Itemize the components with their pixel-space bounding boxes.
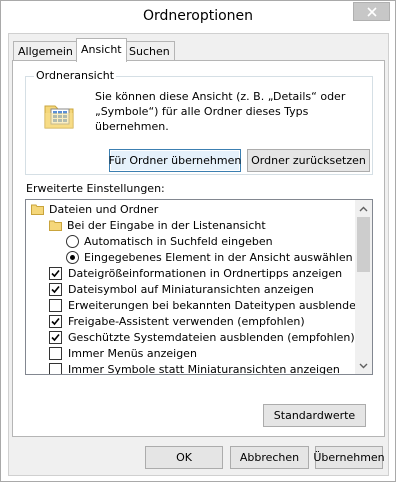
folder-view-description: Sie können diese Ansicht (z. B. „Details… — [95, 90, 346, 133]
list-item-label: Dateien und Ordner — [49, 202, 159, 216]
checkbox[interactable] — [49, 282, 62, 296]
list-item-label: Bei der Eingabe in der Listenansicht — [67, 218, 266, 232]
checkbox[interactable] — [49, 346, 62, 360]
close-button[interactable] — [353, 2, 390, 21]
scrollbar-thumb[interactable] — [357, 217, 370, 272]
radio-selected-dot — [70, 254, 75, 260]
scroll-up-button[interactable] — [355, 200, 372, 217]
radio-button[interactable] — [66, 250, 79, 264]
tab-view[interactable]: Ansicht — [76, 38, 127, 62]
radio-button[interactable] — [66, 234, 79, 248]
window-title: Ordneroptionen — [142, 8, 254, 24]
list-item-label[interactable]: Dateisymbol auf Miniaturansichten anzeig… — [68, 283, 314, 296]
scroll-down-button[interactable] — [355, 357, 372, 374]
list-item-label[interactable]: Freigabe-Assistent verwenden (empfohlen) — [68, 315, 305, 328]
chevron-up-icon — [359, 206, 368, 211]
chevron-down-icon — [359, 363, 368, 368]
list-item-label[interactable]: Automatisch in Suchfeld eingeben — [84, 235, 273, 248]
list-item: Dateien und Ordner — [31, 201, 158, 217]
folder-view-group: Ordneransicht Sie können diese Ansicht (… — [25, 69, 373, 175]
folder-icon — [49, 220, 62, 231]
checkbox[interactable] — [49, 314, 62, 328]
advanced-settings-label: Erweiterte Einstellungen: — [26, 182, 165, 195]
advanced-settings-list[interactable]: Dateien und Ordner Bei der Eingabe in de… — [25, 199, 373, 375]
list-item[interactable]: Dateisymbol auf Miniaturansichten anzeig… — [49, 281, 314, 297]
restore-defaults-button[interactable]: Standardwerte — [263, 404, 366, 427]
list-item-label[interactable]: Dateigrößeinformationen in Ordnertipps a… — [68, 267, 342, 280]
checkmark-icon — [51, 333, 60, 341]
list-item[interactable]: Freigabe-Assistent verwenden (empfohlen) — [49, 313, 305, 329]
cancel-button[interactable]: Abbrechen — [230, 446, 309, 469]
list-item-label[interactable]: Erweiterungen bei bekannten Dateitypen a… — [68, 299, 363, 312]
tab-search[interactable]: Suchen — [124, 41, 175, 61]
vertical-scrollbar[interactable] — [355, 200, 372, 374]
list-item[interactable]: Automatisch in Suchfeld eingeben — [66, 233, 273, 249]
tab-general[interactable]: Allgemein — [13, 41, 78, 61]
list-item[interactable]: Erweiterungen bei bekannten Dateitypen a… — [49, 297, 363, 313]
title-bar[interactable]: Ordneroptionen — [1, 1, 395, 33]
checkbox[interactable] — [49, 362, 62, 374]
close-icon — [366, 6, 377, 17]
checkmark-icon — [51, 269, 60, 277]
list-item[interactable]: Immer Symbole statt Miniaturansichten an… — [49, 361, 340, 375]
checkbox[interactable] — [49, 298, 62, 312]
list-item-label[interactable]: Eingegebenes Element in der Ansicht ausw… — [84, 251, 353, 264]
list-item: Bei der Eingabe in der Listenansicht — [49, 217, 266, 233]
dialog-client-area: Allgemein Ansicht Suchen Ordneransicht S… — [8, 33, 389, 476]
reset-folders-button[interactable]: Ordner zurücksetzen — [247, 149, 370, 172]
folder-options-dialog: Ordneroptionen Allgemein Ansicht Suchen … — [0, 0, 396, 482]
apply-to-folders-button[interactable]: Für Ordner übernehmen — [109, 149, 241, 172]
list-item-label[interactable]: Geschützte Systemdateien ausblenden (emp… — [68, 331, 355, 344]
list-item-label[interactable]: Immer Symbole statt Miniaturansichten an… — [68, 363, 340, 375]
list-item[interactable]: Dateigrößeinformationen in Ordnertipps a… — [49, 265, 342, 281]
checkbox[interactable] — [49, 266, 62, 280]
ok-button[interactable]: OK — [145, 446, 223, 469]
list-item[interactable]: Immer Menüs anzeigen — [49, 345, 197, 361]
checkmark-icon — [51, 317, 60, 325]
folder-view-icon — [44, 105, 74, 129]
checkbox[interactable] — [49, 330, 62, 344]
list-item[interactable]: Eingegebenes Element in der Ansicht ausw… — [66, 249, 353, 265]
list-item-label[interactable]: Immer Menüs anzeigen — [68, 347, 197, 360]
list-item[interactable]: Geschützte Systemdateien ausblenden (emp… — [49, 329, 355, 345]
folder-view-legend: Ordneransicht — [34, 69, 117, 82]
view-tab-panel: Ordneransicht Sie können diese Ansicht (… — [12, 60, 385, 437]
checkmark-icon — [51, 285, 60, 293]
apply-button[interactable]: Übernehmen — [313, 446, 385, 469]
folder-icon — [31, 204, 44, 215]
